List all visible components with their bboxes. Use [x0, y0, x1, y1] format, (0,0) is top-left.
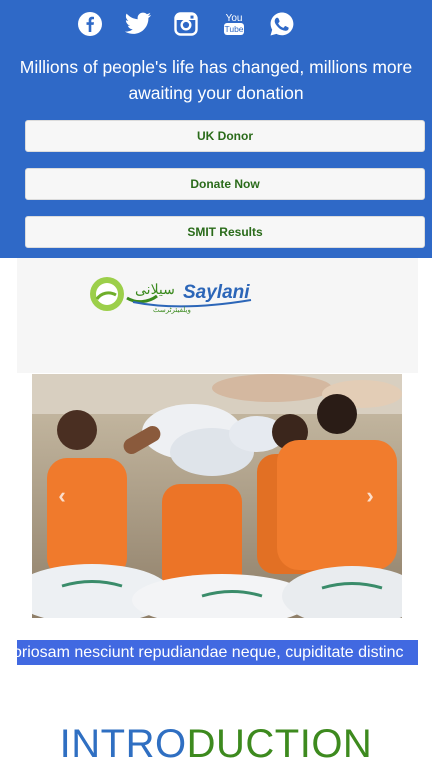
header-banner: You Tube Millions of people's life has c… — [0, 0, 432, 258]
twitter-icon[interactable] — [122, 8, 154, 40]
carousel-prev-button[interactable]: ‹ — [52, 483, 72, 508]
whatsapp-icon[interactable] — [266, 8, 298, 40]
carousel-next-button[interactable]: › — [360, 483, 380, 508]
uk-donor-button[interactable]: UK Donor — [25, 120, 425, 152]
youtube-icon[interactable]: You Tube — [218, 8, 250, 40]
facebook-icon[interactable] — [74, 8, 106, 40]
social-links: You Tube — [74, 8, 314, 40]
carousel-photo — [32, 374, 402, 618]
svg-text:ویلفیئرٹرسٹ: ویلفیئرٹرسٹ — [153, 306, 191, 314]
svg-text:Saylani: Saylani — [183, 282, 250, 303]
instagram-icon[interactable] — [170, 8, 202, 40]
image-carousel[interactable]: ‹ › — [32, 374, 402, 618]
heading-part-intro: INTRO — [59, 722, 187, 766]
logo-section: سیلانی Saylani ویلفیئرٹرسٹ — [17, 258, 418, 373]
donate-now-button[interactable]: Donate Now — [25, 168, 425, 200]
svg-text:You: You — [226, 13, 243, 24]
saylani-logo[interactable]: سیلانی Saylani ویلفیئرٹرسٹ — [87, 272, 257, 318]
hero-tagline: Millions of people's life has changed, m… — [19, 57, 413, 103]
heading-part-duction: DUCTION — [186, 722, 373, 766]
svg-text:سیلانی: سیلانی — [135, 281, 175, 297]
section-heading: INTRODUCTION — [0, 722, 432, 767]
smit-results-button[interactable]: SMIT Results — [25, 216, 425, 248]
ticker-text: oriosam nesciunt repudiandae neque, cupi… — [17, 644, 404, 661]
svg-text:Tube: Tube — [224, 24, 243, 34]
news-ticker: oriosam nesciunt repudiandae neque, cupi… — [17, 640, 418, 665]
